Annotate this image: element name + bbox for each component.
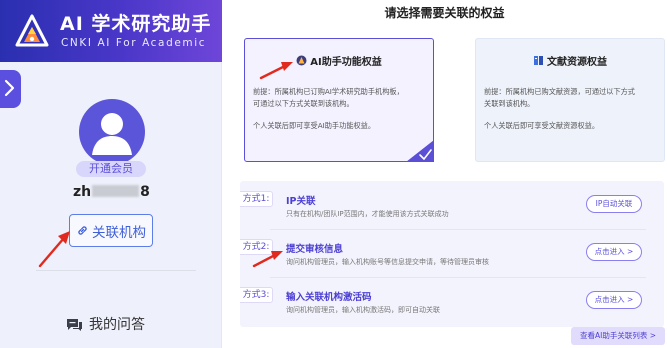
card-body: 前提：所属机构已订购AI学术研究助手机构板， 可通过以下方式关联到该机构。 个人关…: [253, 86, 429, 132]
card-body: 前提：所属机构已购文献资源，可通过以下方式 关联到该机构。 个人关联后即可享受文献…: [484, 86, 660, 132]
chevron-right-icon: [3, 78, 15, 98]
book-icon: [534, 56, 543, 65]
method-tag: 方式1:: [240, 191, 273, 207]
method-title: 输入关联机构激活码: [286, 292, 372, 303]
brand-header: AI 学术研究助手 CNKI AI For Academic: [0, 0, 222, 62]
card-note: 个人关联后即可享受文献资源权益。: [484, 121, 600, 130]
ai-assistant-icon: [296, 55, 307, 66]
activation-code-enter-button[interactable]: 点击进入 >: [586, 291, 642, 309]
vip-badge[interactable]: 开通会员: [76, 161, 146, 177]
username-redaction: [92, 185, 140, 197]
cnki-ai-logo-icon: [15, 14, 49, 47]
my-qa-item[interactable]: 我的问答: [66, 313, 145, 335]
username-suffix: 8: [140, 184, 150, 200]
username: zh 8: [73, 181, 150, 201]
my-qa-label: 我的问答: [89, 317, 145, 333]
check-icon: [406, 140, 434, 162]
user-avatar-icon[interactable]: [79, 99, 145, 165]
card-title-text: AI助手功能权益: [310, 57, 382, 68]
method-desc: 只有在机构/团队IP范围内，才能使用该方式关联成功: [286, 210, 449, 218]
card-title: 文献资源权益: [476, 53, 664, 68]
method-desc: 询问机构管理员，输入机构账号等信息提交申请，等待管理员审核: [286, 258, 489, 266]
method-desc: 询问机构管理员，输入机构激活码，即可自动关联: [286, 306, 440, 314]
view-ai-link-list-button[interactable]: 查看AI助手关联列表 >: [571, 327, 665, 345]
card-title-text: 文献资源权益: [547, 57, 607, 68]
card-line-2: 可通过以下方式关联到该机构。: [253, 98, 354, 108]
link-institution-label: 关联机构: [92, 224, 146, 241]
page-title: 请选择需要关联的权益: [384, 6, 505, 20]
page: AI 学术研究助手 CNKI AI For Academic 开通会员 zh 8: [0, 0, 667, 348]
link-methods-panel: 方式1: IP关联 只有在机构/团队IP范围内，才能使用该方式关联成功 IP自动…: [240, 181, 664, 327]
link-icon: [78, 226, 87, 235]
link-institution-button[interactable]: 关联机构: [69, 214, 153, 247]
method-tag: 方式2:: [240, 239, 273, 255]
method-row-ip: 方式1: IP关联 只有在机构/团队IP范围内，才能使用该方式关联成功 IP自动…: [240, 181, 664, 229]
chat-bubble-icon: [67, 318, 82, 331]
method-row-review: 方式2: 提交审核信息 询问机构管理员，输入机构账号等信息提交申请，等待管理员审…: [240, 229, 664, 277]
brand-name: AI 学术研究助手: [60, 13, 212, 35]
ai-benefit-card[interactable]: AI助手功能权益 前提：所属机构已订购AI学术研究助手机构板， 可通过以下方式关联…: [244, 38, 434, 162]
ip-auto-link-button[interactable]: IP自动关联: [586, 195, 642, 213]
method-title: IP关联: [286, 196, 316, 207]
sidebar: AI 学术研究助手 CNKI AI For Academic 开通会员 zh 8: [0, 0, 222, 348]
brand-subtitle: CNKI AI For Academic: [61, 37, 207, 49]
literature-benefit-card[interactable]: 文献资源权益 前提：所属机构已购文献资源，可通过以下方式 关联到该机构。 个人关联…: [475, 38, 665, 162]
sidebar-toggle-button[interactable]: [0, 70, 21, 108]
submit-review-enter-button[interactable]: 点击进入 >: [586, 243, 642, 261]
sidebar-divider: [36, 270, 196, 271]
card-title: AI助手功能权益: [245, 53, 433, 68]
card-line-1: 前提：所属机构已订购AI学术研究助手机构板，: [253, 87, 404, 96]
card-note: 个人关联后即可享受AI助手功能权益。: [253, 121, 376, 130]
card-line-2: 关联到该机构。: [484, 98, 535, 108]
method-tag: 方式3:: [240, 287, 273, 303]
method-title: 提交审核信息: [286, 244, 344, 255]
username-prefix: zh: [73, 184, 92, 200]
card-line-1: 前提：所属机构已购文献资源，可通过以下方式: [484, 87, 635, 96]
method-row-activation: 方式3: 输入关联机构激活码 询问机构管理员，输入机构激活码，即可自动关联 点击…: [240, 277, 664, 325]
